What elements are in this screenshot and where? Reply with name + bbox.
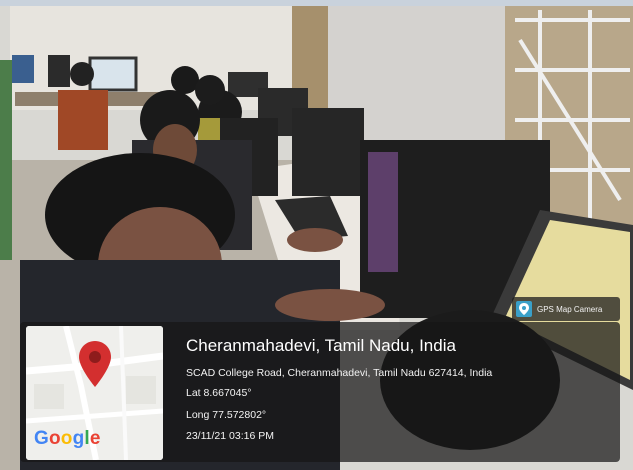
map-pin-icon — [79, 341, 111, 387]
latitude-text: Lat 8.667045° — [186, 387, 252, 399]
gps-map-camera-badge: GPS Map Camera — [512, 297, 620, 321]
google-logo: Google — [34, 428, 101, 449]
geotagged-photo: GPS Map Camera Google Cheranmahadevi, Ta… — [0, 0, 633, 470]
camera-pin-icon — [516, 301, 532, 317]
location-title: Cheranmahadevi, Tamil Nadu, India — [186, 336, 456, 355]
longitude-text: Long 77.572802° — [186, 409, 267, 421]
badge-label: GPS Map Camera — [537, 304, 603, 314]
datetime-text: 23/11/21 03:16 PM — [186, 430, 274, 442]
address-text: SCAD College Road, Cheranmahadevi, Tamil… — [186, 367, 493, 379]
